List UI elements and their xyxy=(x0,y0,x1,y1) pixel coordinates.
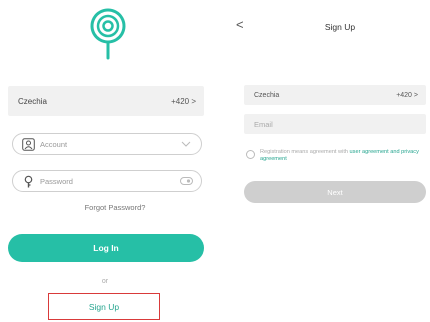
app-logo-icon xyxy=(90,8,126,60)
password-placeholder: Password xyxy=(40,176,73,186)
lock-icon xyxy=(21,174,35,188)
agreement-radio[interactable] xyxy=(246,150,255,159)
country-code: +420 > xyxy=(171,96,196,106)
forgot-password-link[interactable]: Forgot Password? xyxy=(60,203,170,212)
login-button[interactable]: Log In xyxy=(8,234,204,262)
email-field[interactable] xyxy=(244,114,426,134)
agreement-prefix: Registration means agreement with xyxy=(260,149,350,155)
agreement-text: Registration means agreement with user a… xyxy=(260,149,424,163)
page-title: Sign Up xyxy=(324,22,356,32)
back-arrow-icon[interactable]: < xyxy=(236,18,250,32)
agreement-row: Registration means agreement with user a… xyxy=(246,149,424,163)
signup-country-selector[interactable]: Czechia +420 > xyxy=(244,85,426,105)
or-separator: or xyxy=(101,278,109,285)
country-name: Czechia xyxy=(254,91,280,99)
eye-off-icon[interactable] xyxy=(179,176,193,186)
chevron-down-icon[interactable] xyxy=(179,139,193,149)
country-code: +420 > xyxy=(396,91,418,99)
account-field[interactable]: Account xyxy=(12,133,202,155)
next-button[interactable]: Next xyxy=(244,181,426,203)
country-selector[interactable]: Czechia +420 > xyxy=(8,86,204,116)
user-icon xyxy=(21,137,35,151)
account-placeholder: Account xyxy=(40,139,68,149)
password-field[interactable]: Password xyxy=(12,170,202,192)
country-name: Czechia xyxy=(18,96,47,106)
signup-link[interactable]: Sign Up xyxy=(48,293,160,320)
